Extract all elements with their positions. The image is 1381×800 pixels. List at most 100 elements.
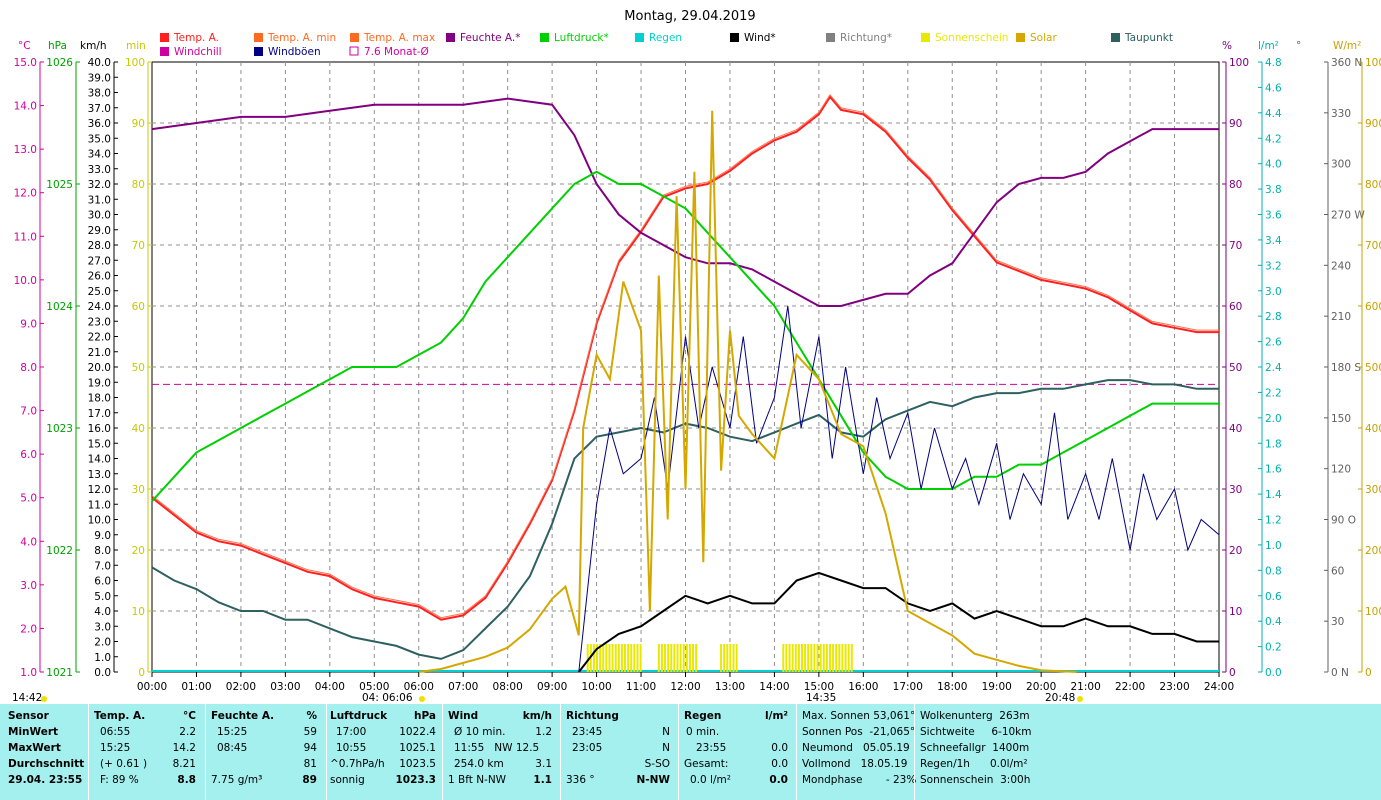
pressure-min-val: 1022.4 [399, 726, 436, 738]
temp-tick-label: 9.0 [20, 318, 37, 330]
rain-tick-label: 3.8 [1265, 184, 1282, 196]
sensor-head: Sensor [8, 710, 49, 722]
direction-v1: N [662, 726, 670, 738]
wind-tick-label: 20.0 [88, 362, 111, 374]
rain-tick-label: 4.0 [1265, 159, 1282, 171]
wind-head: Wind [448, 710, 479, 722]
temp-tick-label: 12.0 [14, 188, 37, 200]
solar-tick-label: 900 [1365, 118, 1381, 130]
x-tick-label: 17:00 [893, 681, 923, 693]
sun-mark-label: 14:35 [806, 692, 836, 704]
humidity-stats: Feuchte A.% 15:25 59 08:45 94 81 7.75 g/m³… [211, 708, 321, 788]
wind-tick-label: 31.0 [88, 194, 111, 206]
humidity-max-time: 08:45 [217, 742, 248, 754]
legend-swatch [826, 33, 835, 42]
solar-tick-label: 1000 [1365, 57, 1381, 69]
wind-cur-val: 1.1 [533, 774, 552, 786]
pressure-tick-label: 1023 [46, 423, 73, 435]
temp-tick-label: 7.0 [20, 406, 37, 418]
legend-label: Regen [649, 32, 682, 44]
solar-tick-label: 500 [1365, 362, 1381, 374]
x-tick-label: 09:00 [537, 681, 567, 693]
rain-tick-label: 2.6 [1265, 337, 1282, 349]
minutes-tick-label: 30 [132, 484, 145, 496]
pressure-max-time: 10:55 [336, 742, 367, 754]
humidity-unit: % [306, 710, 317, 722]
humidity-tick-label: 70 [1229, 240, 1242, 252]
rain-tick-label: 1.4 [1265, 489, 1282, 501]
cloud-base: Wolkenunterg 263m [920, 710, 1030, 722]
direction-tick-label: 360 N [1331, 57, 1362, 69]
solar-tick-label: 800 [1365, 179, 1381, 191]
direction-stats: Richtung 23:45 N 23:05 N S-SO 336 ° N-NW [566, 708, 674, 788]
legend-swatch [254, 47, 263, 56]
humidity-tick-label: 20 [1229, 545, 1242, 557]
temp-head: Temp. A. [94, 710, 146, 722]
direction-tick-label: 0 N [1331, 667, 1349, 679]
rain-tick-label: 1.2 [1265, 515, 1282, 527]
wind-tick-label: 4.0 [94, 606, 111, 618]
wind-tick-label: 14.0 [88, 454, 111, 466]
chart-title: Montag, 29.04.2019 [624, 9, 755, 24]
wind-tick-label: 13.0 [88, 469, 111, 481]
temp-tick-label: 1.0 [20, 667, 37, 679]
legend-swatch [350, 33, 359, 42]
humidity-tick-label: 80 [1229, 179, 1242, 191]
wind-tick-label: 33.0 [88, 164, 111, 176]
pressure-tick-label: 1022 [46, 545, 73, 557]
pressure-max-val: 1025.1 [399, 742, 436, 754]
wind-tick-label: 21.0 [88, 347, 111, 359]
unit-label: l/m² [1258, 40, 1279, 52]
wind-tick-label: 32.0 [88, 179, 111, 191]
temp-unit: °C [183, 710, 196, 722]
x-tick-label: 13:00 [715, 681, 745, 693]
direction-tick-label: 30 [1331, 616, 1344, 628]
rain-total-label: Gesamt: [684, 758, 729, 770]
wind-tick-label: 19.0 [88, 377, 111, 389]
x-tick-label: 07:00 [448, 681, 478, 693]
unit-label: % [1222, 40, 1232, 52]
legend-label: Solar [1030, 32, 1057, 44]
wind-tick-label: 2.0 [94, 637, 111, 649]
minutes-tick-label: 20 [132, 545, 145, 557]
rain-max: 0.0 [771, 742, 788, 754]
weather-chart: Montag, 29.04.2019 Temp. A. Temp. A. min Te… [12, 9, 1381, 704]
x-tick-label: 14:00 [759, 681, 789, 693]
humidity-cur-val: 89 [302, 774, 317, 786]
pressure-tick-label: 1025 [46, 179, 73, 191]
wind-tick-label: 29.0 [88, 225, 111, 237]
direction-tick-label: 150 [1331, 413, 1351, 425]
legend-label: Sonnenschein [935, 32, 1008, 44]
rain-amount: 0.0 l/m² [690, 774, 731, 786]
legend-label: Feuchte A.* [460, 32, 521, 44]
direction-t1: 23:45 [572, 726, 603, 738]
pressure-unit: hPa [414, 710, 436, 722]
wind-tick-label: 23.0 [88, 316, 111, 328]
unit-label: W/m² [1333, 40, 1361, 52]
solar-tick-label: 400 [1365, 423, 1381, 435]
wind-tick-label: 36.0 [88, 118, 111, 130]
x-tick-label: 04:00 [315, 681, 345, 693]
direction-v3: S-SO [644, 758, 670, 770]
wind-tick-label: 10.0 [88, 515, 111, 527]
rain-time: 23:55 [696, 742, 727, 754]
temp-tick-label: 2.0 [20, 623, 37, 635]
sun-pos: Sonnen Pos -21,065° [802, 726, 916, 738]
sunrise-left-label: 14:42 [12, 692, 42, 704]
legend-swatch [446, 33, 455, 42]
rain-tick-label: 1.8 [1265, 438, 1282, 450]
temp-avg-val: 8.21 [172, 758, 196, 770]
solar-tick-label: 300 [1365, 484, 1381, 496]
temp-tick-label: 8.0 [20, 362, 37, 374]
rain-tick-label: 4.2 [1265, 133, 1282, 145]
temp-tick-label: 5.0 [20, 493, 37, 505]
pressure-trend: ^0.7hPa/h [330, 758, 385, 770]
minutes-tick-label: 90 [132, 118, 145, 130]
minutes-tick-label: 60 [132, 301, 145, 313]
pressure-tick-label: 1021 [46, 667, 73, 679]
temp-tick-label: 3.0 [20, 580, 37, 592]
x-tick-label: 01:00 [181, 681, 211, 693]
wind-tick-label: 9.0 [94, 530, 111, 542]
humidity-tick-label: 60 [1229, 301, 1242, 313]
minutes-tick-label: 0 [138, 667, 145, 679]
